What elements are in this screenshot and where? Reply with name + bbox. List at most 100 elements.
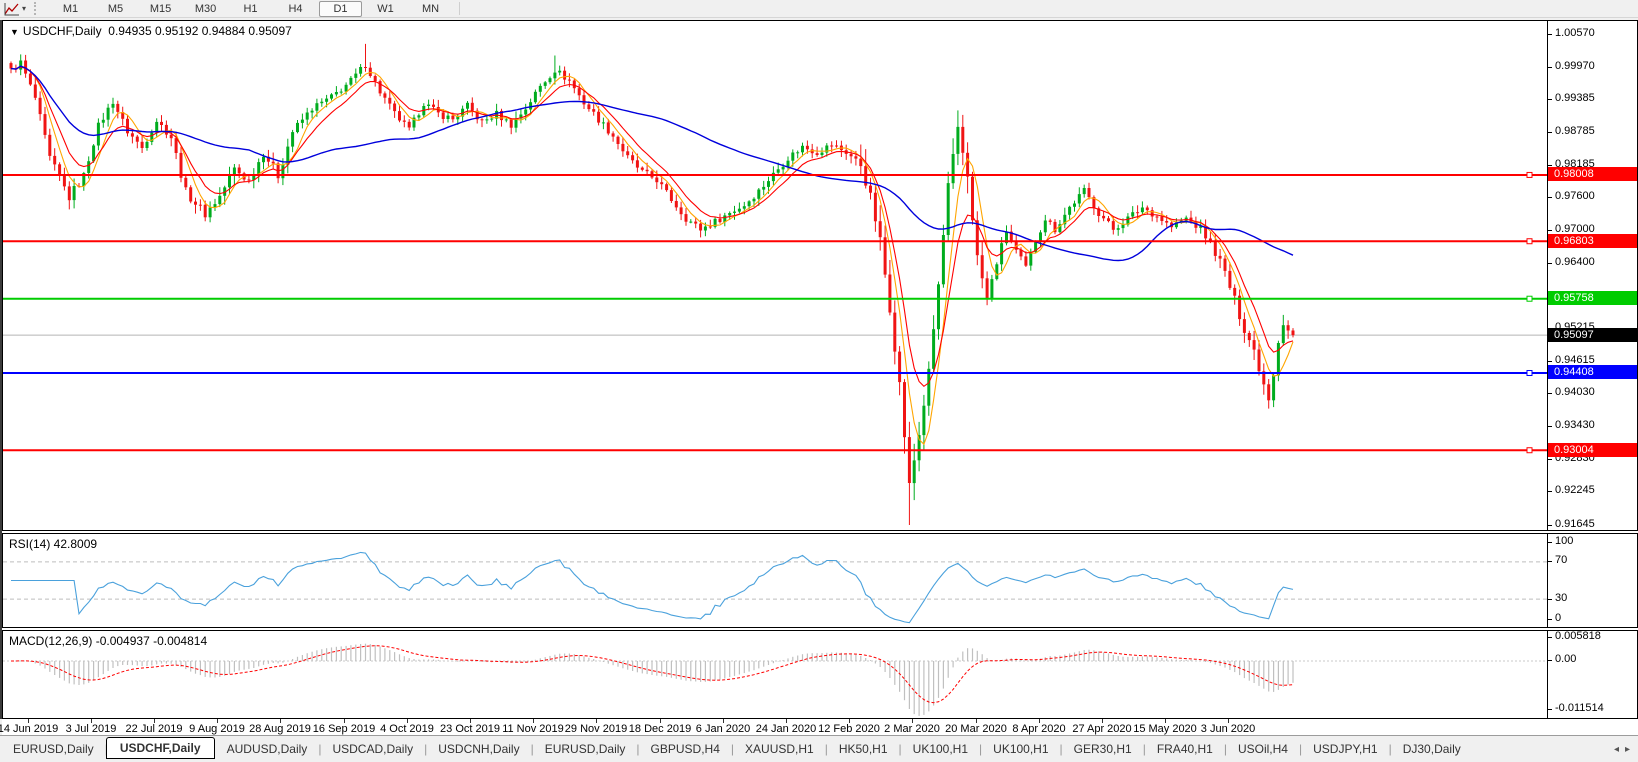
rsi-axis: 100 70 30 0 xyxy=(1547,534,1637,627)
axis-tick xyxy=(1548,426,1552,427)
date-label: 27 Apr 2020 xyxy=(1072,723,1132,735)
date-label: 12 Feb 2020 xyxy=(818,723,880,735)
macd-plot xyxy=(3,643,1547,716)
tab-ger30-h1[interactable]: GER30,H1 xyxy=(1061,739,1145,759)
axis-tick xyxy=(1548,34,1552,35)
axis-tick xyxy=(1548,230,1552,231)
chart-tool-caret-icon[interactable]: ▾ xyxy=(22,4,26,13)
axis-tick xyxy=(1548,361,1552,362)
timeframe-button-m30[interactable]: M30 xyxy=(184,1,227,17)
tab-eurusd-daily[interactable]: EURUSD,Daily xyxy=(532,739,639,759)
axis-tick xyxy=(1548,491,1552,492)
tab-fra40-h1[interactable]: FRA40,H1 xyxy=(1144,739,1226,759)
macd-histogram xyxy=(20,643,1294,716)
main-chart-panel[interactable]: 1.00570 0.99970 0.99385 0.98785 0.98185 0.976… xyxy=(2,20,1638,531)
price-axis-label: 1.00570 xyxy=(1555,27,1595,39)
price-axis-label: 0.91645 xyxy=(1555,518,1595,530)
hline-price-tag: 0.96803 xyxy=(1548,234,1637,248)
macd-axis: 0.005818 0.00 -0.011514 xyxy=(1547,630,1637,718)
tab-audusd-daily[interactable]: AUDUSD,Daily xyxy=(214,739,321,759)
tab-eurusd-daily[interactable]: EURUSD,Daily xyxy=(0,739,107,759)
date-label: 6 Jan 2020 xyxy=(695,723,751,735)
date-label: 20 Mar 2020 xyxy=(945,723,1007,735)
tab-usdjpy-h1[interactable]: USDJPY,H1 xyxy=(1300,739,1390,759)
timeframe-button-d1[interactable]: D1 xyxy=(319,0,363,17)
date-label: 28 Aug 2019 xyxy=(249,723,311,735)
chart-window: 1.00570 0.99970 0.99385 0.98785 0.98185 0.976… xyxy=(0,20,1638,719)
axis-tick xyxy=(1548,637,1552,638)
macd-indicator-panel[interactable]: 0.005818 0.00 -0.011514 MACD(12,26,9) -0.0… xyxy=(2,630,1638,719)
hline-price-tag: 0.94408 xyxy=(1548,365,1637,379)
tab-usdcad-daily[interactable]: USDCAD,Daily xyxy=(319,739,426,759)
date-label: 24 Jan 2020 xyxy=(755,723,817,735)
date-label: 23 Oct 2019 xyxy=(440,723,500,735)
chart-tool-group[interactable]: ▾ xyxy=(0,0,30,17)
date-label: 14 Jun 2019 xyxy=(0,723,59,735)
collapse-arrow-icon[interactable]: ▼ xyxy=(10,27,19,37)
tab-usoil-h4[interactable]: USOil,H4 xyxy=(1225,739,1301,759)
hline-0.96803[interactable] xyxy=(3,238,1547,245)
hline-handle[interactable] xyxy=(1526,369,1533,376)
tab-scroll-right-icon[interactable]: ▸ xyxy=(1625,744,1630,755)
macd-axis-label: -0.011514 xyxy=(1555,702,1604,714)
tab-scroll-left-icon[interactable]: ◂ xyxy=(1614,744,1619,755)
hline-0.94408[interactable] xyxy=(3,369,1547,376)
hline-0.95758[interactable] xyxy=(3,295,1547,302)
tab-usdchf-daily[interactable]: USDCHF,Daily xyxy=(105,737,215,759)
date-label: 15 May 2020 xyxy=(1133,723,1197,735)
macd-label: MACD(12,26,9) -0.004937 -0.004814 xyxy=(9,634,208,648)
date-label: 11 Nov 2019 xyxy=(502,723,564,735)
rsi-axis-label: 30 xyxy=(1555,592,1568,604)
tab-uk100-h1[interactable]: UK100,H1 xyxy=(980,739,1061,759)
axis-tick xyxy=(1548,599,1552,600)
date-label: 8 Apr 2020 xyxy=(1012,723,1066,735)
date-label: 4 Oct 2019 xyxy=(380,723,434,735)
date-label: 3 Jun 2020 xyxy=(1200,723,1256,735)
axis-tick xyxy=(1548,619,1552,620)
ma-line-mid xyxy=(10,66,1294,388)
tab-dj30-daily[interactable]: DJ30,Daily xyxy=(1390,739,1474,759)
tab-scroll-arrows: ◂ ▸ xyxy=(1614,744,1638,755)
tab-xauusd-h1[interactable]: XAUUSD,H1 xyxy=(732,739,827,759)
hline-price-tag: 0.95758 xyxy=(1548,291,1637,305)
date-label: 29 Nov 2019 xyxy=(564,723,628,735)
price-axis-label: 0.97600 xyxy=(1555,190,1595,202)
timeframe-button-m1[interactable]: M1 xyxy=(49,1,92,17)
axis-tick xyxy=(1548,99,1552,100)
axis-tick xyxy=(1548,132,1552,133)
hline-0.93004[interactable] xyxy=(3,447,1547,454)
axis-tick xyxy=(1548,660,1552,661)
tab-hk50-h1[interactable]: HK50,H1 xyxy=(826,739,901,759)
hline-handle[interactable] xyxy=(1526,238,1533,245)
price-axis-label: 0.96400 xyxy=(1555,256,1595,268)
chart-tool-icon[interactable] xyxy=(4,2,20,16)
timeframe-button-m15[interactable]: M15 xyxy=(139,1,182,17)
rsi-indicator-panel[interactable]: 100 70 30 0 RSI(14) 42.8009 xyxy=(2,533,1638,628)
hline-handle[interactable] xyxy=(1526,447,1533,454)
price-axis-label: 0.99970 xyxy=(1555,60,1595,72)
rsi-axis-label: 70 xyxy=(1555,554,1568,566)
tab-usdcnh-daily[interactable]: USDCNH,Daily xyxy=(425,739,532,759)
price-axis-label: 0.99385 xyxy=(1555,92,1595,104)
rsi-line xyxy=(11,551,1294,624)
timeframe-button-h4[interactable]: H4 xyxy=(274,1,317,17)
hline-handle[interactable] xyxy=(1526,295,1533,302)
timeframe-button-w1[interactable]: W1 xyxy=(364,1,407,17)
tab-gbpusd-h4[interactable]: GBPUSD,H4 xyxy=(638,739,733,759)
timeframe-button-h1[interactable]: H1 xyxy=(229,1,272,17)
ma-line-slow xyxy=(10,65,1294,262)
date-label: 3 Jul 2019 xyxy=(65,723,117,735)
macd-axis-label: 0.005818 xyxy=(1555,630,1601,642)
axis-tick xyxy=(1548,67,1552,68)
timeframe-button-m5[interactable]: M5 xyxy=(94,1,137,17)
axis-tick xyxy=(1548,709,1552,710)
timeframe-button-mn[interactable]: MN xyxy=(409,1,452,17)
tab-uk100-h1[interactable]: UK100,H1 xyxy=(900,739,981,759)
toolbar-separator xyxy=(459,2,461,15)
axis-tick xyxy=(1548,459,1552,460)
axis-tick xyxy=(1548,561,1552,562)
candlestick-plot xyxy=(3,43,1547,525)
rsi-axis-label: 0 xyxy=(1555,612,1562,624)
hline-handle[interactable] xyxy=(1526,171,1533,178)
axis-tick xyxy=(1548,263,1552,264)
